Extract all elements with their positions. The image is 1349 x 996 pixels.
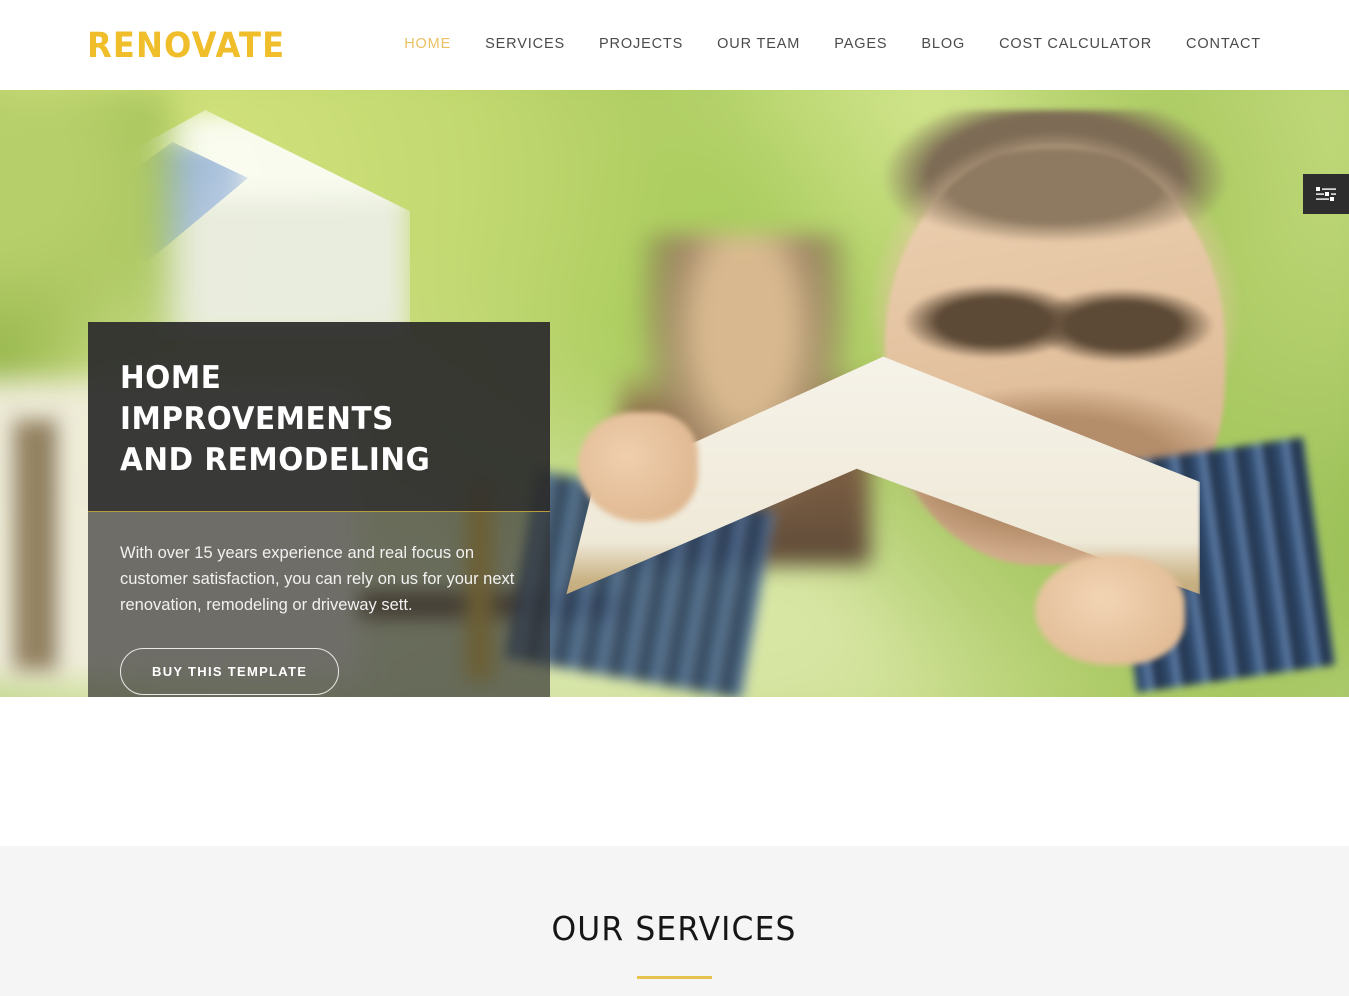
right-hand: [1035, 555, 1185, 665]
services-heading-underline: [637, 976, 712, 979]
nav-item-cost-calculator[interactable]: COST CALCULATOR: [982, 36, 1169, 52]
our-services-section: OUR SERVICES: [0, 846, 1349, 996]
nav-item-pages[interactable]: PAGES: [817, 36, 904, 52]
hero-description: With over 15 years experience and real f…: [120, 544, 515, 614]
nav-item-home[interactable]: HOME: [387, 36, 468, 52]
left-hand: [578, 412, 698, 522]
nav-item-contact[interactable]: CONTACT: [1169, 36, 1261, 52]
sliders-icon: [1316, 187, 1336, 201]
hero-title-line-2: AND REMODELING: [120, 442, 431, 478]
hero-body-block: With over 15 years experience and real f…: [88, 512, 550, 697]
main-navigation: HOME SERVICES PROJECTS OUR TEAM PAGES BL…: [387, 36, 1261, 52]
hero-title-block: HOME IMPROVEMENTS AND REMODELING: [88, 322, 550, 512]
nav-item-projects[interactable]: PROJECTS: [582, 36, 700, 52]
hero-banner: HOME IMPROVEMENTS AND REMODELING With ov…: [0, 90, 1349, 697]
nav-item-blog[interactable]: BLOG: [904, 36, 982, 52]
settings-toggle-button[interactable]: [1303, 174, 1349, 214]
services-heading: OUR SERVICES: [551, 909, 798, 948]
nav-item-our-team[interactable]: OUR TEAM: [700, 36, 817, 52]
site-logo[interactable]: RENOVATE: [87, 26, 285, 66]
hero-title-line-1: HOME IMPROVEMENTS: [120, 360, 394, 437]
nav-item-services[interactable]: SERVICES: [468, 36, 582, 52]
site-header: RENOVATE HOME SERVICES PROJECTS OUR TEAM…: [0, 0, 1349, 90]
hero-content-card: HOME IMPROVEMENTS AND REMODELING With ov…: [88, 322, 550, 697]
cost-of-renovation-bar: COST OF RENOVATION Use our form to estim…: [0, 697, 1349, 846]
buy-this-template-button[interactable]: BUY THIS TEMPLATE: [120, 648, 340, 695]
post-shape: [15, 420, 55, 670]
